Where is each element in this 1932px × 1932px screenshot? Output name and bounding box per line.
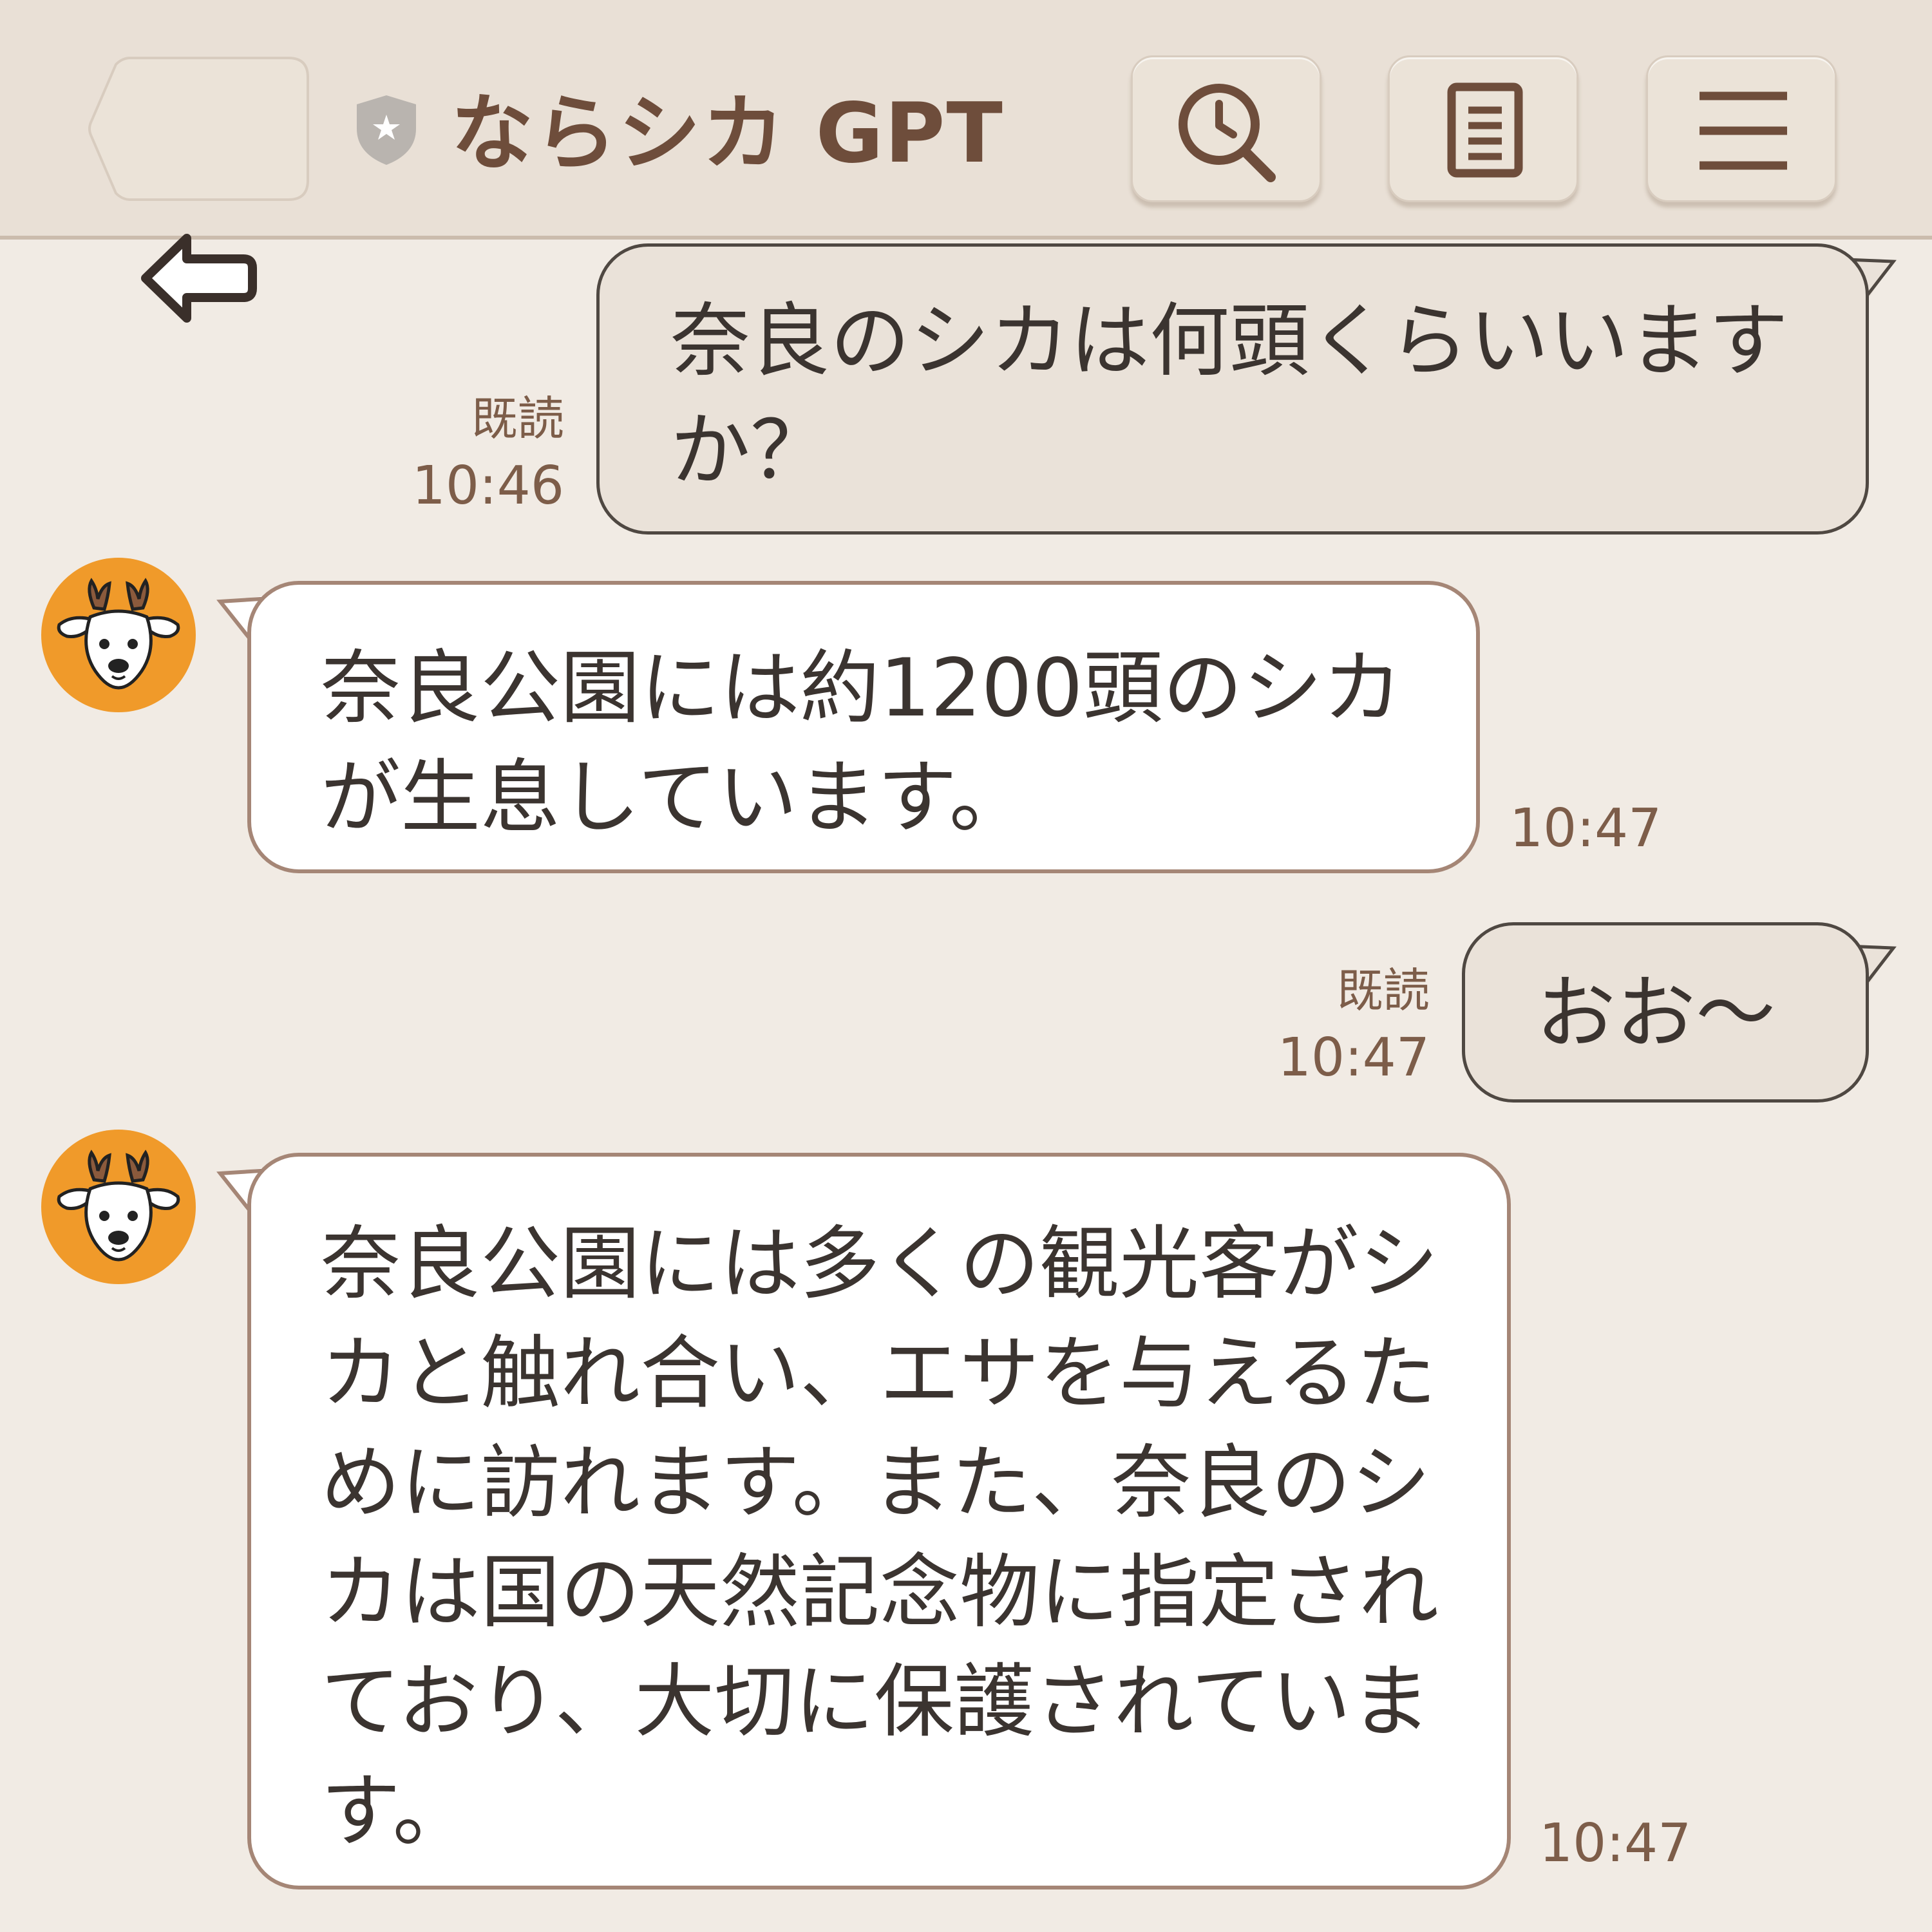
chat-bubble-incoming[interactable]: 奈良公園には多くの観光客がシカと触れ合い、エサを与えるために訪れます。また、奈良… xyxy=(247,1153,1511,1889)
read-receipt: 既読 xyxy=(471,392,564,446)
message-time: 10:47 xyxy=(1277,1027,1430,1088)
message-text: 奈良公園には約1200頭のシカが生息しています。 xyxy=(321,642,1403,844)
chat-screen: ならシカ GPT 既読 10:46 奈良のシカは何頭くらいいますか？ 奈良公園に… xyxy=(0,0,1932,1932)
message-meta: 既読 10:47 xyxy=(1278,958,1430,1094)
history-search-icon xyxy=(1179,84,1276,182)
menu-button[interactable] xyxy=(1646,55,1837,202)
deer-icon xyxy=(57,578,180,690)
message-text: 奈良のシカは何頭くらいいますか？ xyxy=(670,295,1789,497)
back-button[interactable] xyxy=(85,55,310,323)
chat-bubble-outgoing[interactable]: 奈良のシカは何頭くらいいますか？ xyxy=(596,243,1869,535)
arrow-left-icon xyxy=(141,234,257,323)
message-time: 10:47 xyxy=(1510,798,1662,859)
shield-star-icon xyxy=(357,95,416,165)
message-time: 10:46 xyxy=(412,455,564,516)
hamburger-menu-icon xyxy=(1700,91,1787,170)
deer-icon xyxy=(57,1150,180,1262)
bot-avatar[interactable] xyxy=(41,558,196,712)
notes-button[interactable] xyxy=(1388,55,1578,202)
document-icon xyxy=(1447,82,1523,178)
bot-avatar[interactable] xyxy=(41,1130,196,1284)
chat-bubble-incoming[interactable]: 奈良公園には約1200頭のシカが生息しています。 xyxy=(247,581,1480,873)
read-receipt: 既読 xyxy=(1336,963,1430,1018)
history-search-button[interactable] xyxy=(1131,55,1321,202)
message-text: 奈良公園には多くの観光客がシカと触れ合い、エサを与えるために訪れます。また、奈良… xyxy=(321,1218,1439,1858)
chat-bubble-outgoing[interactable]: おお〜 xyxy=(1462,922,1869,1103)
message-text: おお〜 xyxy=(1536,967,1776,1060)
header-bar: ならシカ GPT xyxy=(0,0,1932,323)
message-time: 10:47 xyxy=(1539,1813,1692,1874)
message-meta: 既読 10:46 xyxy=(412,386,564,522)
chat-title: ならシカ GPT xyxy=(451,86,1004,182)
